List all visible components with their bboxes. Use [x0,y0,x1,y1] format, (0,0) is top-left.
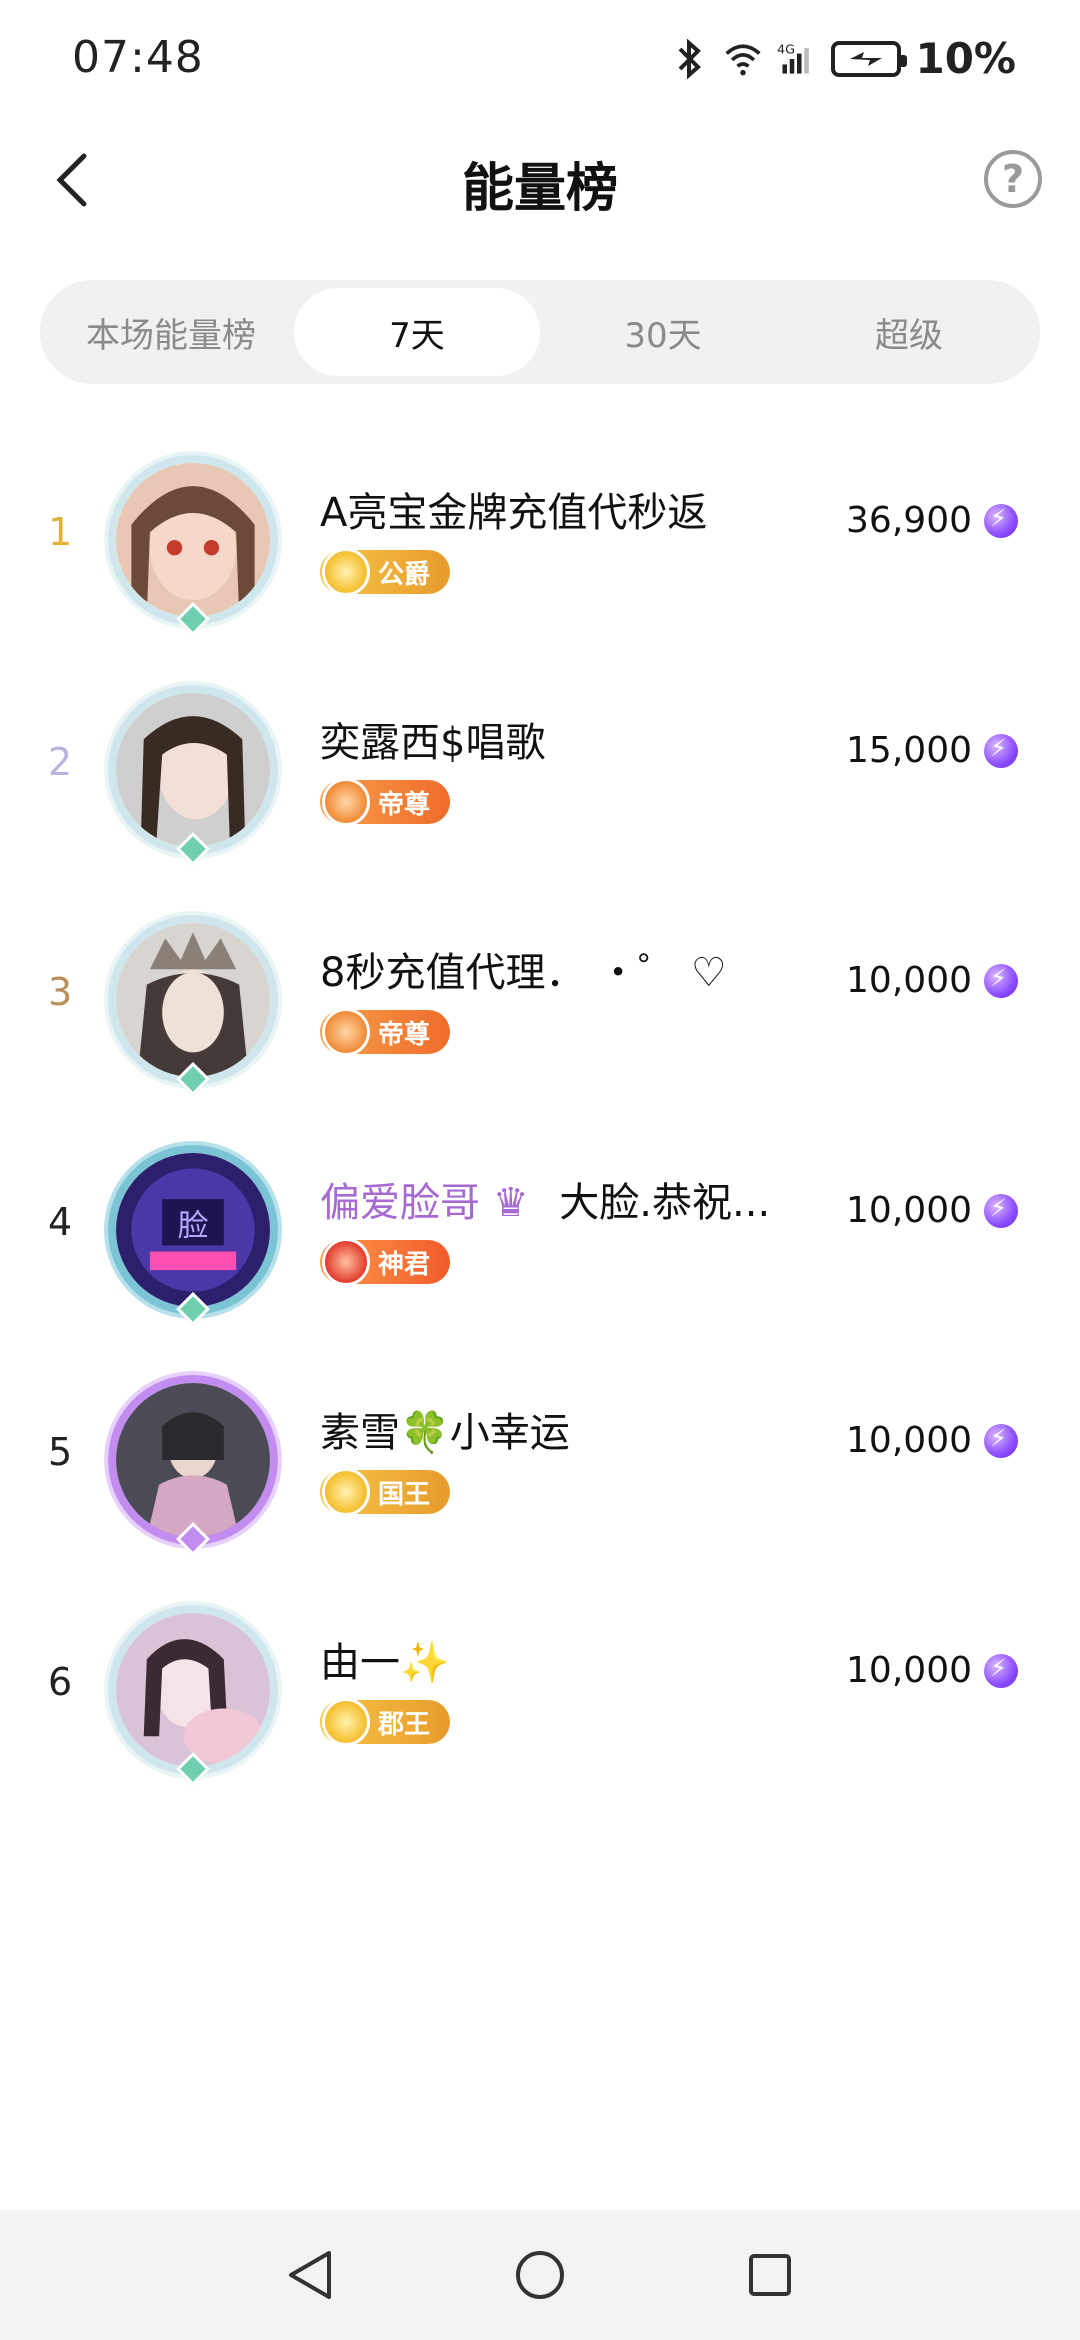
page-title: 能量榜 [461,159,618,219]
score-value: 10,000 [846,960,972,1001]
cellular-signal-icon: 4G [777,39,817,79]
square-recents-icon [749,2254,791,2296]
status-icons: 4G 10% [669,34,1016,83]
crown-icon: ♛ [492,1180,529,1226]
god-badge-icon [322,1238,370,1286]
rank-number: 5 [48,1430,73,1474]
rank-badge: 帝尊 [320,778,451,826]
status-time: 07:48 [72,32,204,83]
list-item[interactable]: 3 8秒充值代理． ・゜ ♡ 帝尊 10,000 [0,890,1080,1120]
score-value: 10,000 [846,1190,972,1231]
user-name: 奕露西$唱歌 [320,720,546,766]
emperor-badge-icon [322,1008,370,1056]
rank-number: 3 [48,970,73,1014]
energy-score: 10,000 [846,1190,1018,1231]
user-name: 8秒充值代理． ・゜ ♡ [320,950,727,996]
nav-recents-button[interactable] [730,2235,810,2315]
crown-badge-icon [322,548,370,596]
status-bar: 07:48 4G 10% [0,0,1080,120]
list-item[interactable]: 6 由一✨ 郡王 10,000 [0,1580,1080,1810]
list-item[interactable]: 2 奕露西$唱歌 帝尊 15,000 [0,660,1080,890]
tab-7-days[interactable]: 7天 [294,288,540,376]
rank-badge: 国王 [320,1468,451,1516]
period-tabs: 本场能量榜 7天 30天 超级 [40,280,1040,384]
tab-current-show[interactable]: 本场能量榜 [48,288,294,376]
avatar[interactable]: 脸 [108,1145,278,1326]
user-name: A亮宝金牌充值代秒返 [320,490,708,536]
leaderboard-list: 1 A亮宝金牌充值代秒返 公爵 36,900 2 奕露西$唱歌 帝尊 15,00… [0,430,1080,1810]
user-name-line: 偏爱脸哥 ♛ 大脸.恭祝... [320,1170,770,1228]
energy-score: 10,000 [846,1420,1018,1461]
avatar[interactable] [108,915,278,1096]
crown-badge-icon [322,1698,370,1746]
help-icon: ? [1001,157,1025,201]
battery-percent: 10% [915,34,1016,83]
energy-score: 36,900 [846,500,1018,541]
list-item[interactable]: 5 素雪🍀小幸运 国王 10,000 [0,1350,1080,1580]
svg-text:脸: 脸 [178,1208,209,1244]
tab-super[interactable]: 超级 [786,288,1032,376]
score-value: 10,000 [846,1420,972,1461]
rank-badge: 帝尊 [320,1008,451,1056]
svg-text:4G: 4G [777,41,795,56]
user-name: 大脸.恭祝... [559,1180,771,1226]
crown-badge-icon [322,1468,370,1516]
energy-icon [984,1423,1018,1458]
circle-home-icon [516,2251,564,2299]
energy-icon [984,1653,1018,1688]
help-button[interactable]: ? [984,150,1042,208]
avatar[interactable] [108,1605,278,1786]
energy-icon [984,1193,1018,1228]
rank-badge: 郡王 [320,1698,451,1746]
rank-badge: 神君 [320,1238,451,1286]
badge-label: 帝尊 [378,1019,431,1050]
avatar[interactable] [108,1375,278,1556]
badge-label: 帝尊 [378,789,431,820]
energy-score: 10,000 [846,960,1018,1001]
badge-label: 神君 [378,1249,431,1280]
bluetooth-icon [669,38,709,79]
list-item[interactable]: 4 脸 偏爱脸哥 ♛ 大脸.恭祝... 神君 10,000 [0,1120,1080,1350]
score-value: 36,900 [846,500,972,541]
tab-30-days[interactable]: 30天 [540,288,786,376]
energy-score: 15,000 [846,730,1018,771]
triangle-back-icon [289,2251,331,2299]
list-item[interactable]: 1 A亮宝金牌充值代秒返 公爵 36,900 [0,430,1080,660]
score-value: 15,000 [846,730,972,771]
system-navigation-bar [0,2210,1080,2340]
wifi-icon [723,39,763,79]
user-name: 素雪🍀小幸运 [320,1410,570,1456]
badge-label: 公爵 [378,559,431,590]
user-name: 由一✨ [320,1640,450,1686]
emperor-badge-icon [322,778,370,826]
energy-icon [984,963,1018,998]
score-value: 10,000 [846,1650,972,1691]
avatar[interactable] [108,455,278,636]
rank-number: 6 [48,1660,73,1704]
battery-icon [831,40,908,77]
badge-label: 国王 [378,1479,431,1510]
nav-home-button[interactable] [500,2235,580,2315]
badge-label: 郡王 [378,1709,431,1740]
nav-back-button[interactable] [270,2235,350,2315]
energy-icon [984,503,1018,538]
user-nickname-highlight: 偏爱脸哥 [320,1180,480,1226]
rank-number: 1 [48,510,73,554]
energy-icon [984,733,1018,768]
avatar[interactable] [108,685,278,866]
energy-score: 10,000 [846,1650,1018,1691]
header: 能量榜 ? [0,120,1080,240]
rank-number: 2 [48,740,73,784]
rank-badge: 公爵 [320,548,451,596]
rank-number: 4 [48,1200,73,1244]
